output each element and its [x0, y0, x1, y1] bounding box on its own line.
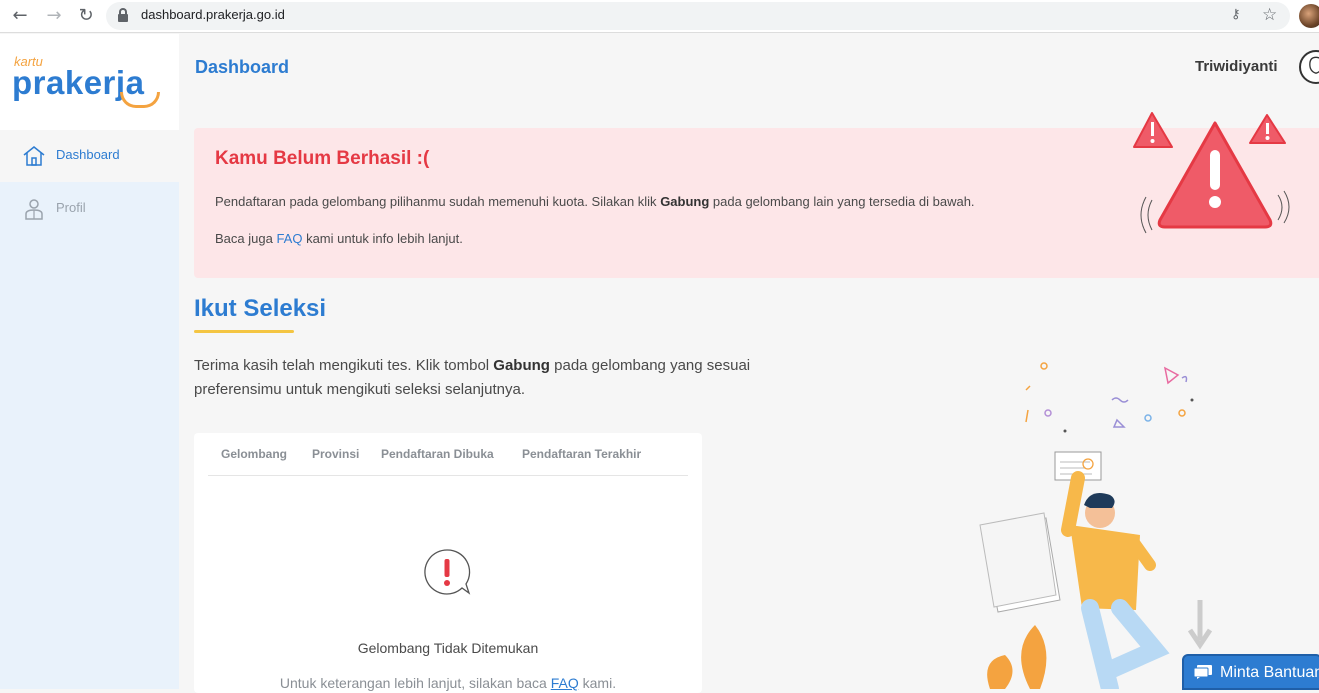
alert-bold-gabung: Gabung [660, 194, 710, 209]
faq-link[interactable]: FAQ [276, 231, 302, 246]
back-icon[interactable]: ← [8, 5, 32, 27]
column-header-pendaftaran-terakhir: Pendaftaran Terakhir [522, 447, 642, 461]
forward-icon[interactable]: → [42, 5, 66, 27]
warning-triangle-illustration [1133, 112, 1290, 234]
section-title-underline [194, 330, 294, 333]
gelombang-table: Gelombang Provinsi Pendaftaran Dibuka Pe… [194, 433, 702, 693]
sidebar: kartu prakerja Dashboard Profil [0, 34, 179, 689]
browser-profile-avatar[interactable] [1299, 4, 1319, 28]
sidebar-item-profil[interactable]: Profil [0, 183, 179, 235]
bookmark-star-icon[interactable]: ☆ [1262, 5, 1277, 25]
column-header-pendaftaran-dibuka: Pendaftaran Dibuka [381, 447, 494, 461]
logo-smile-mark [120, 92, 160, 108]
header-divider [208, 475, 688, 476]
column-header-gelombang: Gelombang [221, 447, 288, 461]
lock-icon [118, 8, 128, 22]
sidebar-item-label: Profil [56, 200, 86, 215]
section-bold-gabung: Gabung [493, 357, 550, 374]
url-text: dashboard.prakerja.go.id [141, 7, 285, 22]
empty-state-title: Gelombang Tidak Ditemukan [357, 640, 539, 656]
user-icon [25, 199, 43, 220]
reload-icon[interactable]: ↻ [74, 5, 98, 27]
key-icon[interactable]: ⚷ [1231, 7, 1241, 22]
alert-title: Kamu Belum Berhasil :( [215, 148, 430, 169]
address-bar[interactable]: dashboard.prakerja.go.id ⚷ ☆ [106, 2, 1290, 30]
browser-toolbar: ← → ↻ dashboard.prakerja.go.id ⚷ ☆ [0, 0, 1319, 33]
user-name[interactable]: Triwidiyanti [1195, 58, 1278, 75]
alert-text: Pendaftaran pada gelombang pilihanmu sud… [215, 194, 975, 209]
column-header-provinsi: Provinsi [312, 447, 360, 461]
chat-icon [1194, 665, 1212, 679]
help-button[interactable]: Minta Bantuan [1182, 654, 1319, 690]
page-title: Dashboard [195, 57, 290, 77]
section-title: Ikut Seleksi [194, 295, 327, 322]
section-description: Terima kasih telah mengikuti tes. Klik t… [194, 357, 751, 398]
alert-bubble-icon [424, 549, 471, 595]
help-button-label: Minta Bantuan [1220, 664, 1319, 681]
logo[interactable]: kartu prakerja [0, 34, 179, 130]
alert-faq-text: Baca juga FAQ kami untuk info lebih lanj… [215, 231, 463, 246]
person-celebrating-illustration [979, 362, 1213, 689]
sidebar-item-dashboard[interactable]: Dashboard [0, 130, 179, 182]
user-avatar[interactable] [1299, 50, 1319, 84]
user-avatar-icon [1309, 56, 1319, 74]
home-icon [23, 146, 45, 166]
sidebar-item-label: Dashboard [56, 147, 120, 162]
